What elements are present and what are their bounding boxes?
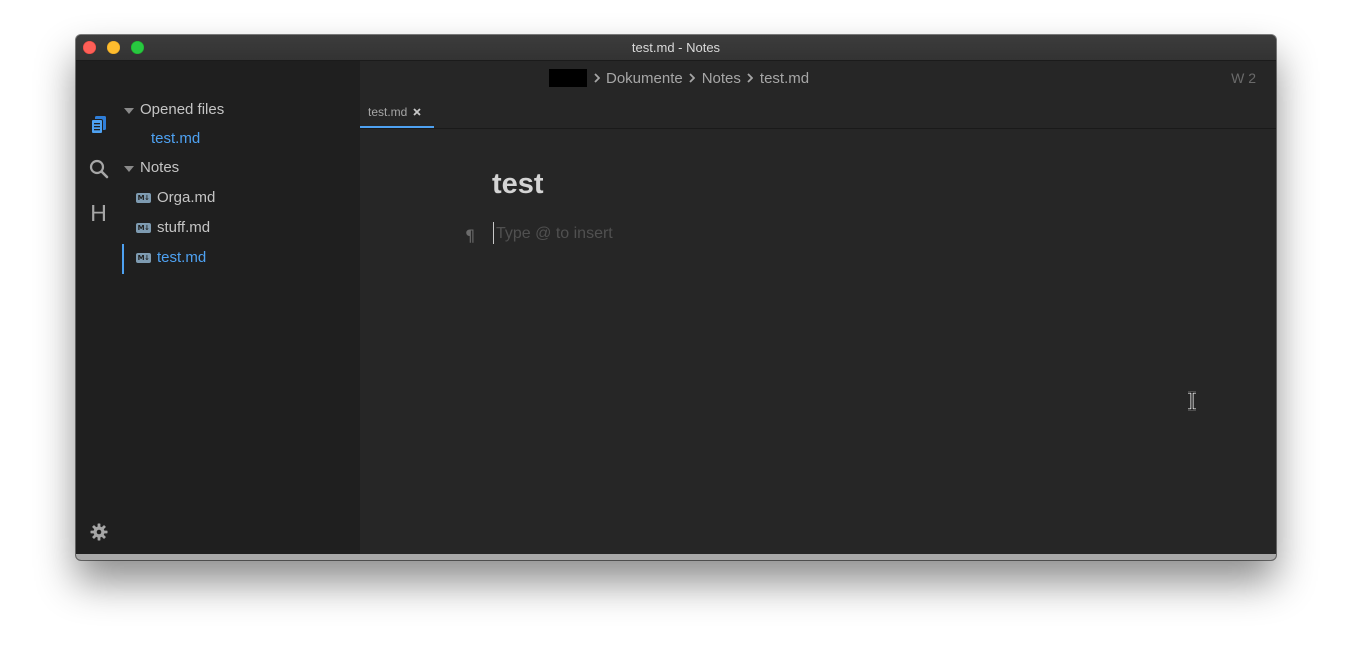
search-icon[interactable] <box>88 158 109 179</box>
tab-bar: test.md <box>360 97 1276 129</box>
notes-label: Notes <box>140 159 180 176</box>
markdown-icon: M↓ <box>136 223 151 233</box>
word-count: W 2 <box>1231 70 1256 86</box>
opened-file-label: test.md <box>151 130 201 147</box>
note-label: stuff.md <box>157 219 211 236</box>
app-window: test.md - Notes H Opened files test.md N… <box>76 35 1276 560</box>
title-bar: test.md - Notes <box>76 35 1276 61</box>
close-icon[interactable] <box>413 107 421 116</box>
chevron-right-icon <box>686 73 699 83</box>
editor-pane[interactable]: Dokumente Notes test.md W 2 test.md test… <box>360 61 1276 554</box>
paragraph-icon[interactable]: ¶ <box>465 226 475 245</box>
window-title: test.md - Notes <box>631 40 721 55</box>
document-heading[interactable]: test <box>492 167 544 201</box>
chevron-right-icon <box>590 73 603 83</box>
opened-files-label: Opened files <box>140 101 225 118</box>
heading-icon[interactable]: H <box>88 200 109 226</box>
tab-test-md[interactable]: test.md <box>360 97 434 128</box>
breadcrumb-item[interactable]: Dokumente <box>606 70 683 87</box>
note-item-orga[interactable]: M↓ Orga.md <box>121 186 360 210</box>
ibeam-cursor-icon <box>1186 390 1198 415</box>
note-item-test[interactable]: M↓ test.md <box>121 246 360 270</box>
activity-bar: H <box>76 61 121 554</box>
tab-label: test.md <box>368 104 408 119</box>
gear-icon[interactable] <box>88 521 109 542</box>
active-item-indicator <box>122 244 124 274</box>
opened-files-section[interactable]: Opened files <box>121 98 360 122</box>
chevron-down-icon <box>124 166 134 172</box>
redacted-path-segment <box>549 69 587 87</box>
editor-placeholder[interactable]: Type @ to insert <box>496 225 613 243</box>
markdown-icon: M↓ <box>136 193 151 203</box>
heading-icon-label: H <box>90 200 107 226</box>
note-label: test.md <box>157 249 207 266</box>
note-item-stuff[interactable]: M↓ stuff.md <box>121 216 360 240</box>
breadcrumb: Dokumente Notes test.md <box>549 68 809 88</box>
breadcrumb-item[interactable]: test.md <box>760 70 809 87</box>
breadcrumb-item[interactable]: Notes <box>702 70 741 87</box>
opened-file-item[interactable]: test.md <box>121 127 360 151</box>
chevron-down-icon <box>124 108 134 114</box>
markdown-icon: M↓ <box>136 253 151 263</box>
files-icon[interactable] <box>88 114 109 135</box>
horizontal-scrollbar[interactable] <box>76 554 1276 560</box>
note-label: Orga.md <box>157 189 216 206</box>
text-cursor <box>493 222 494 244</box>
notes-section[interactable]: Notes <box>121 156 360 180</box>
chevron-right-icon <box>744 73 757 83</box>
sidebar: Opened files test.md Notes M↓ Orga.md M↓… <box>121 61 360 554</box>
